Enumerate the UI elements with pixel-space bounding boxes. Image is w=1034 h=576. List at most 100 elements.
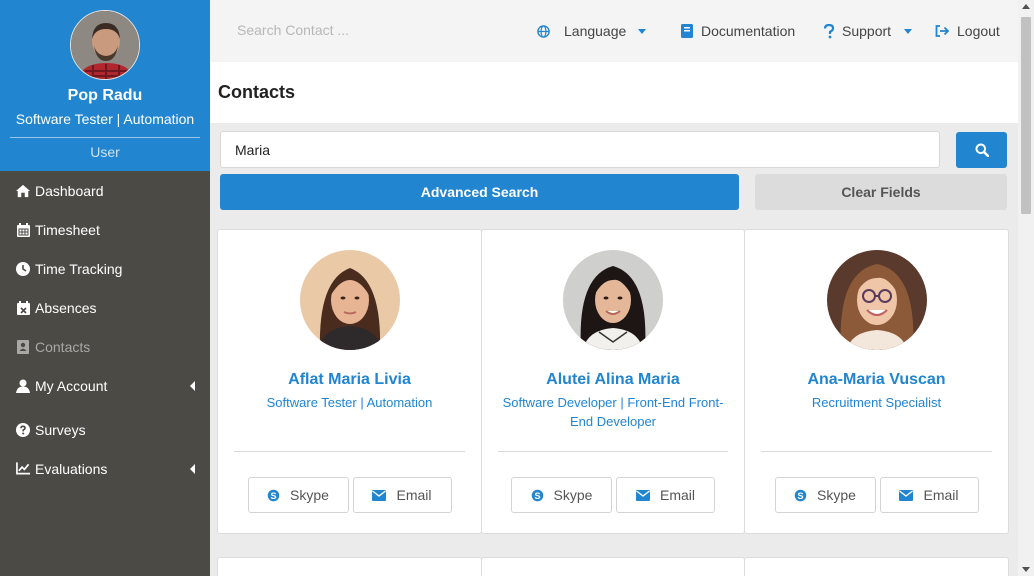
advanced-search-button[interactable]: Advanced Search xyxy=(220,174,739,210)
svg-text:S: S xyxy=(797,490,803,500)
logout-icon xyxy=(935,25,949,37)
scrollbar-thumb[interactable] xyxy=(1021,17,1031,214)
user-type: User xyxy=(90,144,120,160)
avatar[interactable] xyxy=(70,10,140,80)
skype-icon: S xyxy=(531,489,543,501)
search-icon xyxy=(975,143,989,157)
contact-card-icon xyxy=(16,339,30,354)
skype-button[interactable]: S Skype xyxy=(511,477,612,513)
contact-title: Recruitment Specialist xyxy=(811,395,942,410)
card-divider xyxy=(761,451,992,452)
documentation-link[interactable]: Documentation xyxy=(681,23,795,39)
email-label: Email xyxy=(923,487,959,503)
contact-title: Software Developer | Front-End Front-End… xyxy=(502,395,724,429)
skype-button[interactable]: S Skype xyxy=(247,477,349,513)
svg-text:S: S xyxy=(534,490,540,500)
logout-label: Logout xyxy=(957,23,1000,39)
profile-divider xyxy=(10,137,200,138)
page-title: Contacts xyxy=(218,82,296,102)
contact-card: Ana-Maria Vuscan Recruitment Specialist … xyxy=(744,229,1009,534)
book-icon xyxy=(681,24,693,38)
contact-name[interactable]: Ana-Maria Vuscan xyxy=(745,371,1008,389)
skype-label: Skype xyxy=(290,487,329,503)
support-label: Support xyxy=(842,23,892,39)
user-icon xyxy=(16,379,30,393)
sidebar-item-label: My Account xyxy=(35,377,108,394)
profile-panel: Pop Radu Software Tester | Automation Us… xyxy=(0,0,210,171)
envelope-icon xyxy=(899,489,914,501)
sidebar-item-evaluations[interactable]: Evaluations xyxy=(0,449,210,488)
top-bar: Language Documentation Support Logout xyxy=(210,0,1018,62)
vertical-scrollbar[interactable] xyxy=(1018,0,1034,576)
contact-title: Software Tester | Automation xyxy=(266,395,433,410)
contact-search-input[interactable] xyxy=(237,22,437,38)
user-name: Pop Radu xyxy=(67,87,143,104)
skype-icon: S xyxy=(267,489,280,501)
email-button[interactable]: Email xyxy=(879,477,979,513)
chevron-down-icon xyxy=(638,28,647,34)
envelope-icon xyxy=(635,489,650,501)
calendar-icon xyxy=(16,222,30,237)
skype-icon: S xyxy=(794,489,807,501)
sidebar-item-my-account[interactable]: My Account xyxy=(0,366,210,405)
sidebar-item-timesheet[interactable]: Timesheet xyxy=(0,210,210,249)
sidebar-item-absences[interactable]: Absences xyxy=(0,288,210,327)
caret-left-icon xyxy=(190,380,195,391)
sidebar-item-label: Evaluations xyxy=(35,460,108,477)
scroll-down-arrow-icon[interactable] xyxy=(1022,567,1030,572)
skype-label: Skype xyxy=(817,487,856,503)
card-divider xyxy=(234,451,465,452)
svg-text:S: S xyxy=(270,490,276,500)
sidebar-item-label: Timesheet xyxy=(35,221,100,238)
scroll-up-arrow-icon[interactable] xyxy=(1022,4,1030,9)
card-divider xyxy=(498,451,728,452)
question-circle-icon xyxy=(16,422,30,437)
documentation-label: Documentation xyxy=(701,23,796,39)
sidebar-nav: Dashboard Timesheet Time Tracking Absenc… xyxy=(0,171,210,488)
caret-left-icon xyxy=(190,463,195,474)
sidebar-item-label: Time Tracking xyxy=(35,260,123,277)
skype-label: Skype xyxy=(553,487,593,503)
contact-card: Alutei Alina Maria Software Developer | … xyxy=(481,229,745,534)
search-input[interactable] xyxy=(220,131,940,168)
language-label: Language xyxy=(564,23,627,39)
chevron-down-icon xyxy=(904,28,913,34)
contact-card-partial xyxy=(744,557,1009,576)
sidebar-item-contacts[interactable]: Contacts xyxy=(0,327,210,366)
contact-card-partial xyxy=(481,557,745,576)
home-icon xyxy=(16,184,30,198)
question-icon xyxy=(824,23,834,38)
clear-fields-button[interactable]: Clear Fields xyxy=(755,174,1007,210)
language-menu[interactable]: Language xyxy=(537,23,647,39)
user-role: Software Tester | Automation xyxy=(15,111,195,127)
contact-name[interactable]: Aflat Maria Livia xyxy=(218,371,481,389)
line-chart-icon xyxy=(16,462,30,476)
email-button[interactable]: Email xyxy=(352,477,452,513)
clock-icon xyxy=(16,261,30,276)
sidebar-item-label: Contacts xyxy=(35,338,91,355)
globe-icon xyxy=(537,24,550,38)
contact-photo xyxy=(563,250,663,350)
logout-link[interactable]: Logout xyxy=(935,23,1000,39)
sidebar-item-time-tracking[interactable]: Time Tracking xyxy=(0,249,210,288)
email-label: Email xyxy=(659,487,695,503)
search-button[interactable] xyxy=(956,132,1007,168)
contact-card: Aflat Maria Livia Software Tester | Auto… xyxy=(217,229,482,534)
contact-name[interactable]: Alutei Alina Maria xyxy=(482,371,744,389)
sidebar-item-label: Dashboard xyxy=(35,182,104,199)
contact-actions: S Skype Email xyxy=(482,477,744,513)
contact-actions: S Skype Email xyxy=(218,477,481,513)
skype-button[interactable]: S Skype xyxy=(774,477,876,513)
content-header: Contacts xyxy=(210,62,1018,123)
email-label: Email xyxy=(396,487,432,503)
sidebar-item-surveys[interactable]: Surveys xyxy=(0,410,210,449)
envelope-icon xyxy=(372,489,387,501)
contact-actions: S Skype Email xyxy=(745,477,1008,513)
sidebar-item-label: Absences xyxy=(35,299,97,316)
calendar-x-icon xyxy=(16,300,30,315)
email-button[interactable]: Email xyxy=(616,477,715,513)
sidebar-item-dashboard[interactable]: Dashboard xyxy=(0,171,210,210)
contact-photo xyxy=(299,250,400,350)
support-menu[interactable]: Support xyxy=(824,23,913,39)
sidebar: Pop Radu Software Tester | Automation Us… xyxy=(0,0,210,576)
